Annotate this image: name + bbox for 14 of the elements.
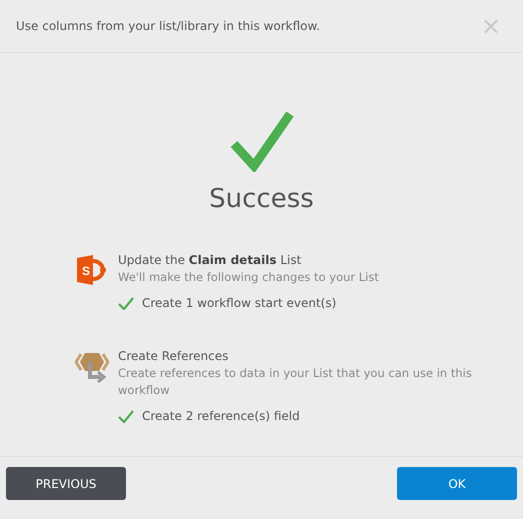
references-icon — [75, 350, 109, 386]
section-description: We'll make the following changes to your List — [118, 269, 379, 286]
change-item: Create 1 workflow start event(s) — [142, 296, 336, 310]
section-title: Create References — [118, 348, 230, 365]
success-check-icon — [230, 110, 294, 172]
dialog-title: Use columns from your list/library in this workflow. — [16, 19, 320, 33]
check-icon — [118, 410, 134, 422]
previous-button[interactable]: PREVIOUS — [6, 467, 126, 500]
change-item: Create 2 reference(s) field — [142, 409, 300, 423]
section-title: Update the Claim details List — [118, 252, 302, 269]
check-icon — [118, 296, 134, 310]
success-heading: Success — [209, 184, 314, 214]
ok-button[interactable]: OK — [397, 467, 517, 500]
section-description: Create references to data in your List that you can use in this workflow — [118, 365, 473, 399]
